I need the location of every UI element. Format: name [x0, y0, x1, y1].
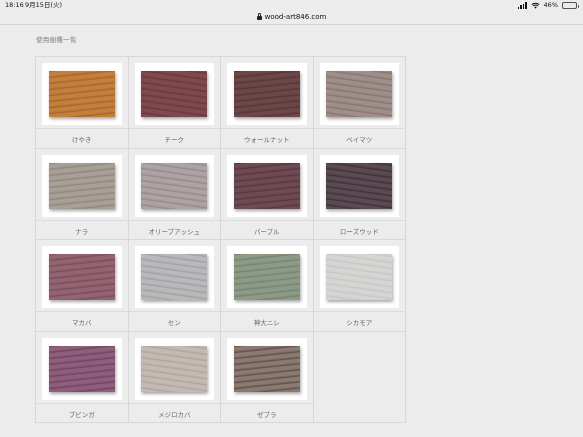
wood-card[interactable]: ベイマツ — [313, 57, 406, 149]
wood-sample-image[interactable] — [48, 254, 115, 300]
wood-image-frame[interactable] — [42, 154, 122, 217]
wood-image-frame[interactable] — [227, 154, 307, 217]
caption-divider — [36, 128, 128, 129]
wood-name[interactable]: パープル — [221, 226, 313, 236]
wood-card[interactable]: ブビンガ — [36, 331, 129, 423]
wood-name[interactable]: マカバ — [36, 317, 128, 327]
wood-sample-image[interactable] — [233, 162, 300, 209]
lock-icon — [256, 13, 262, 20]
wood-sample-image[interactable] — [326, 254, 393, 300]
wood-sample-image[interactable] — [141, 254, 208, 300]
wood-image-frame[interactable] — [227, 337, 307, 400]
status-bar: 18:16 9月15日(火) 46% — [0, 0, 583, 11]
caption-divider — [313, 311, 405, 312]
wood-name[interactable]: ローズウッド — [314, 226, 406, 236]
page-title: 使用樹種一覧 — [36, 36, 77, 44]
wood-sample-image[interactable] — [326, 71, 393, 117]
wood-image-frame[interactable] — [319, 154, 399, 217]
status-time: 18:16 — [5, 1, 24, 9]
wood-card[interactable]: ナラ — [36, 148, 129, 240]
caption-divider — [36, 402, 128, 404]
wood-card[interactable]: 神大ニレ — [221, 240, 314, 332]
wood-card[interactable]: セン — [128, 240, 221, 332]
wood-card[interactable]: パープル — [221, 148, 314, 240]
wood-name[interactable]: セン — [129, 317, 221, 327]
caption-divider — [128, 219, 220, 221]
caption-divider — [221, 128, 313, 129]
wood-card[interactable]: チーク — [128, 57, 221, 149]
battery-percent: 46% — [543, 1, 558, 9]
status-date: 9月15日(火) — [25, 1, 62, 9]
wood-sample-image[interactable] — [233, 254, 300, 300]
toolbar-divider — [0, 24, 583, 25]
wood-card[interactable]: シカモア — [313, 240, 406, 332]
wood-image-frame[interactable] — [134, 246, 214, 308]
caption-divider — [128, 311, 220, 312]
wood-image-frame[interactable] — [134, 154, 214, 217]
caption-divider — [313, 128, 405, 129]
empty-cell-text: ……… — [350, 364, 369, 372]
wood-name[interactable]: ウォールナット — [221, 134, 313, 144]
wood-name[interactable]: オリーブアッシュ — [129, 226, 221, 236]
wood-image-frame[interactable] — [134, 63, 214, 125]
wood-name[interactable]: ブビンガ — [36, 409, 128, 419]
wood-card[interactable]: マカバ — [36, 240, 129, 332]
wood-sample-image[interactable] — [141, 162, 208, 209]
caption-divider — [221, 219, 313, 221]
wood-image-frame[interactable] — [134, 337, 214, 400]
wood-card: ……… — [313, 331, 406, 423]
wood-sample-image[interactable] — [48, 71, 115, 117]
wood-card[interactable]: ゼブラ — [221, 331, 314, 423]
caption-divider — [313, 219, 405, 221]
wood-sample-image[interactable] — [233, 345, 300, 392]
address-bar[interactable]: wood-art846.com — [0, 11, 583, 23]
wood-sample-image[interactable] — [48, 345, 115, 392]
wood-name[interactable]: けやき — [36, 134, 128, 144]
wood-image-frame[interactable] — [42, 337, 122, 400]
wood-image-frame[interactable] — [319, 63, 399, 125]
wood-image-frame[interactable] — [227, 63, 307, 125]
status-right: 46% — [517, 0, 579, 11]
caption-divider — [36, 311, 128, 312]
wood-name[interactable]: シカモア — [314, 317, 406, 327]
wood-sample-image[interactable] — [141, 345, 208, 392]
wood-image-frame[interactable] — [319, 246, 399, 308]
wood-card[interactable]: オリーブアッシュ — [128, 148, 221, 240]
caption-divider — [221, 311, 313, 312]
wood-name[interactable]: メジロカバ — [129, 409, 221, 419]
wood-species-grid: けやき チーク ウォールナット ベイマツナラ オリーブアッシュ パープル ローズウッドマカバ… — [35, 56, 406, 423]
wood-card[interactable]: ウォールナット — [221, 57, 314, 149]
battery-icon — [562, 2, 579, 9]
wood-name[interactable]: 神大ニレ — [221, 317, 313, 327]
wood-name[interactable]: チーク — [129, 134, 221, 144]
wood-image-frame[interactable] — [227, 246, 307, 308]
wood-sample-image[interactable] — [48, 162, 115, 209]
wood-sample-image[interactable] — [326, 162, 393, 209]
wood-image-frame[interactable] — [42, 246, 122, 308]
wood-name[interactable]: ナラ — [36, 226, 128, 236]
wood-card[interactable]: ローズウッド — [313, 148, 406, 240]
wood-name[interactable]: ゼブラ — [221, 409, 313, 419]
caption-divider — [128, 128, 220, 129]
wood-card[interactable]: メジロカバ — [128, 331, 221, 423]
url-text[interactable]: wood-art846.com — [265, 13, 327, 21]
wifi-icon — [531, 2, 540, 9]
caption-divider — [128, 402, 220, 404]
wood-card[interactable]: けやき — [36, 57, 129, 149]
wood-sample-image[interactable] — [141, 71, 208, 117]
cellular-signal-icon — [517, 2, 527, 9]
wood-image-frame[interactable] — [42, 63, 122, 125]
caption-divider — [36, 219, 128, 221]
caption-divider — [221, 402, 313, 404]
wood-sample-image[interactable] — [233, 71, 300, 117]
wood-name[interactable]: ベイマツ — [314, 134, 406, 144]
